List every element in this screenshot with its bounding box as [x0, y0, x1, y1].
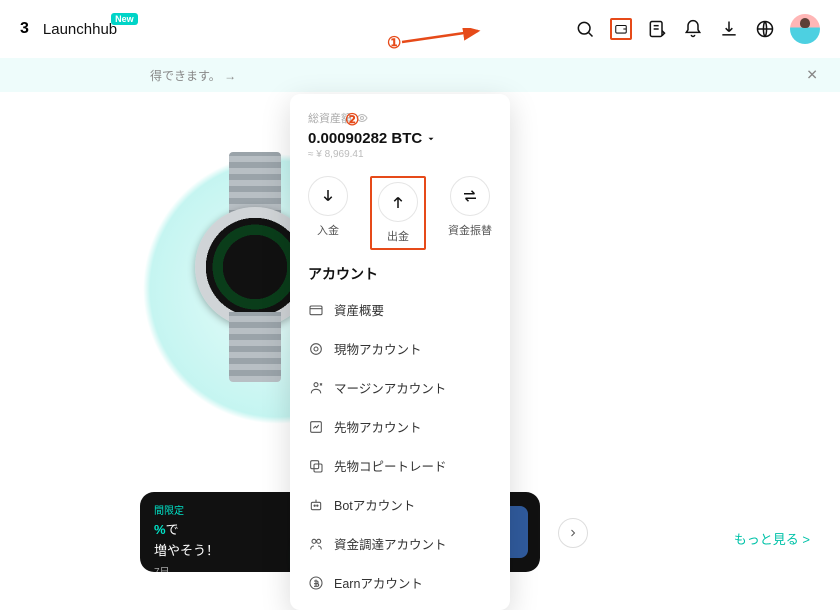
arrow-down-icon: [319, 187, 337, 205]
total-assets-fiat: ≈ ¥ 8,969.41: [308, 149, 492, 160]
menu-spot[interactable]: 現物アカウント: [290, 329, 510, 368]
wallet-icon[interactable]: [610, 18, 632, 40]
futures-icon: [308, 419, 324, 435]
copy-trade-icon: [308, 458, 324, 474]
more-link[interactable]: もっと見る >: [734, 529, 810, 548]
bell-icon[interactable]: [682, 18, 704, 40]
new-badge: New: [111, 13, 138, 25]
menu-futures[interactable]: 先物アカウント: [290, 407, 510, 446]
total-assets-label: 総資産額: [308, 110, 492, 126]
header-right: [574, 14, 820, 44]
carousel-next-button[interactable]: [558, 518, 588, 548]
nav-launchhub[interactable]: Launchhub: [43, 21, 117, 38]
download-icon[interactable]: [718, 18, 740, 40]
account-section-title: アカウント: [290, 264, 510, 284]
withdraw-button[interactable]: 出金: [370, 176, 426, 250]
account-menu: 資産概要 現物アカウント マージンアカウント 先物アカウント 先物コピートレード…: [290, 290, 510, 602]
orders-icon[interactable]: [646, 18, 668, 40]
spot-icon: [308, 341, 324, 357]
withdraw-label: 出金: [387, 228, 409, 244]
menu-margin[interactable]: マージンアカウント: [290, 368, 510, 407]
header-left-char: 3: [20, 20, 29, 38]
wallet-dropdown: 総資産額 0.00090282 BTC ≈ ¥ 8,969.41 入金 出金: [290, 94, 510, 610]
globe-icon[interactable]: [754, 18, 776, 40]
info-banner: 得できます。 → ✕: [0, 58, 840, 92]
annotation-arrow: [400, 28, 490, 48]
funding-icon: [308, 536, 324, 552]
total-assets-value: 0.00090282 BTC: [308, 130, 492, 147]
deposit-label: 入金: [317, 222, 339, 238]
menu-bot[interactable]: Botアカウント: [290, 485, 510, 524]
banner-text: 得できます。 →: [150, 67, 236, 84]
wallet-overview-icon: [308, 302, 324, 318]
menu-earn[interactable]: Earnアカウント: [290, 563, 510, 602]
transfer-icon: [461, 187, 479, 205]
annotation-2: ②: [345, 110, 359, 130]
caret-down-icon[interactable]: [426, 134, 436, 144]
menu-copy-trade[interactable]: 先物コピートレード: [290, 446, 510, 485]
menu-funding[interactable]: 資金調達アカウント: [290, 524, 510, 563]
close-icon[interactable]: ✕: [806, 67, 818, 84]
avatar[interactable]: [790, 14, 820, 44]
transfer-button[interactable]: 資金振替: [448, 176, 492, 250]
menu-overview[interactable]: 資産概要: [290, 290, 510, 329]
transfer-label: 資金振替: [448, 222, 492, 238]
search-icon[interactable]: [574, 18, 596, 40]
wallet-actions: 入金 出金 資金振替: [308, 176, 492, 250]
earn-icon: [308, 575, 324, 591]
bot-icon: [308, 497, 324, 513]
arrow-up-icon: [389, 193, 407, 211]
margin-icon: [308, 380, 324, 396]
main-content: 間限定 %で 増やそう！ 7日 ₮ もっと見る > 総資産額 0.0009028…: [0, 92, 840, 560]
deposit-button[interactable]: 入金: [308, 176, 348, 250]
